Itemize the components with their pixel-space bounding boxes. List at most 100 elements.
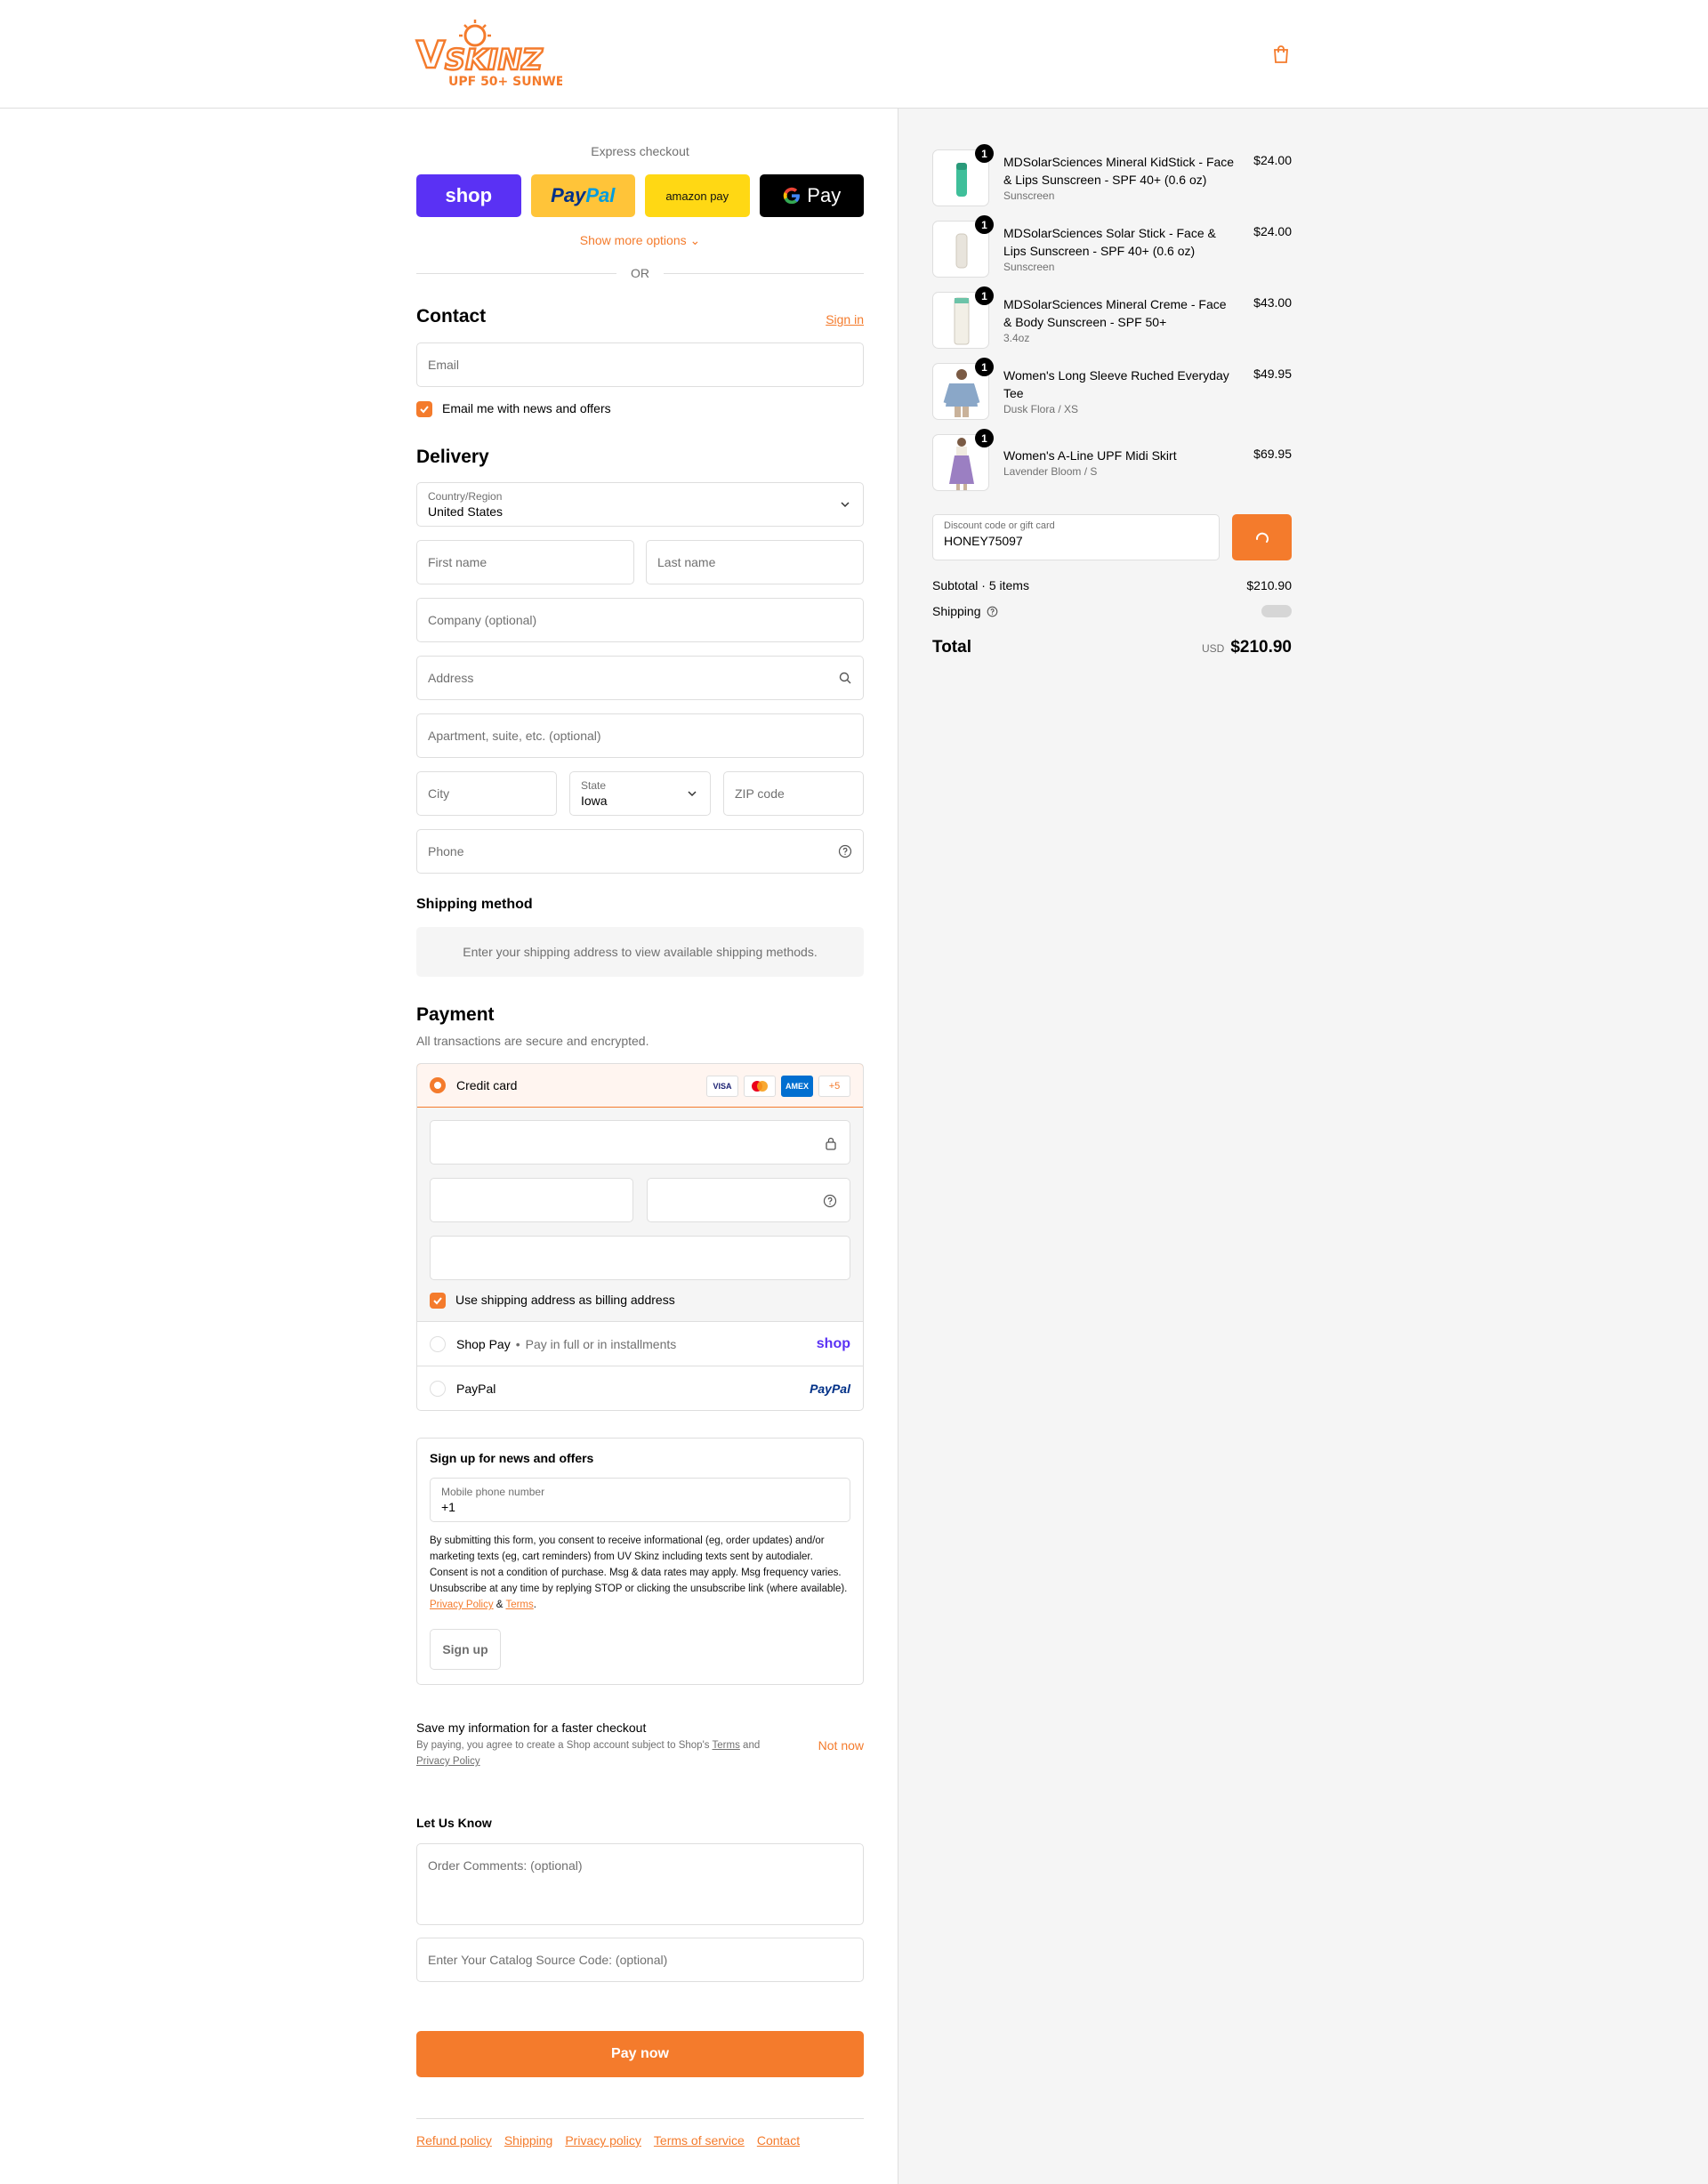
credit-card-radio[interactable] bbox=[430, 1077, 446, 1093]
mastercard-logo bbox=[744, 1076, 776, 1097]
country-select[interactable]: Country/Region United States bbox=[416, 482, 864, 527]
apartment-placeholder: Apartment, suite, etc. (optional) bbox=[428, 729, 601, 743]
line-item: 1 MDSolarSciences Solar Stick - Face & L… bbox=[932, 215, 1292, 279]
expiration-field[interactable] bbox=[430, 1178, 633, 1222]
line-item: 1 Women's Long Sleeve Ruched Everyday Te… bbox=[932, 358, 1292, 422]
paypal-button[interactable]: Pay Pal bbox=[530, 174, 635, 217]
item-name-block: MDSolarSciences Mineral Creme - Face & B… bbox=[1003, 295, 1237, 345]
or-divider: OR bbox=[416, 265, 864, 281]
save-info-text: By paying, you agree to create a Shop ac… bbox=[416, 1737, 790, 1769]
security-code-field[interactable] bbox=[647, 1178, 850, 1222]
shop-privacy-link[interactable]: Privacy Policy bbox=[416, 1756, 480, 1767]
credit-card-option[interactable]: Credit card VISA AMEX +5 bbox=[417, 1064, 863, 1108]
email-field[interactable]: Email bbox=[416, 343, 864, 387]
bullet-separator: • bbox=[515, 1336, 520, 1351]
apartment-field[interactable]: Apartment, suite, etc. (optional) bbox=[416, 713, 864, 758]
shop-pay-radio[interactable] bbox=[430, 1335, 446, 1352]
help-icon[interactable] bbox=[838, 844, 852, 858]
subtotal-label: Subtotal · 5 items bbox=[932, 578, 1029, 592]
contact-link[interactable]: Contact bbox=[757, 2133, 800, 2148]
let-us-know-heading: Let Us Know bbox=[416, 1816, 492, 1830]
line-item: 1 Women's A-Line UPF Midi Skirt Lavender … bbox=[932, 429, 1292, 493]
shipping-link[interactable]: Shipping bbox=[504, 2133, 553, 2148]
mobile-phone-field[interactable]: Mobile phone number +1 bbox=[430, 1478, 850, 1522]
pay-now-button[interactable]: Pay now bbox=[416, 2031, 864, 2077]
item-price: $69.95 bbox=[1253, 447, 1292, 461]
privacy-policy-footer-link[interactable]: Privacy policy bbox=[565, 2133, 641, 2148]
card-number-field[interactable] bbox=[430, 1120, 850, 1165]
phone-field[interactable]: Phone bbox=[416, 829, 864, 874]
sign-in-link[interactable]: Sign in bbox=[826, 312, 864, 326]
city-field[interactable]: City bbox=[416, 771, 557, 816]
name-on-card-field[interactable] bbox=[430, 1236, 850, 1280]
terms-of-service-link[interactable]: Terms of service bbox=[654, 2133, 745, 2148]
loading-spinner-icon bbox=[1255, 532, 1269, 543]
discount-code-field[interactable]: Discount code or gift card HONEY75097 bbox=[932, 514, 1220, 560]
help-icon[interactable] bbox=[823, 1194, 837, 1208]
paypal-label-a: Pay bbox=[551, 184, 586, 206]
quantity-badge: 1 bbox=[975, 215, 994, 234]
google-g-icon bbox=[784, 187, 801, 205]
address-field[interactable]: Address bbox=[416, 656, 864, 700]
google-pay-button[interactable]: Pay bbox=[759, 174, 864, 217]
show-more-label: Show more options bbox=[579, 233, 687, 247]
shop-pay-label: shop bbox=[445, 184, 493, 206]
catalog-source-placeholder: Enter Your Catalog Source Code: (optiona… bbox=[428, 1953, 668, 1967]
catalog-source-field[interactable]: Enter Your Catalog Source Code: (optiona… bbox=[416, 1938, 864, 1982]
company-placeholder: Company (optional) bbox=[428, 613, 537, 627]
apply-discount-button[interactable] bbox=[1232, 514, 1292, 560]
total-value: $210.90 bbox=[1230, 638, 1292, 657]
subtotal-value: $210.90 bbox=[1246, 578, 1292, 592]
first-name-field[interactable]: First name bbox=[416, 540, 634, 584]
not-now-button[interactable]: Not now bbox=[818, 1738, 864, 1753]
express-checkout-buttons: shop Pay Pal amazon pay Pay bbox=[416, 174, 864, 217]
billing-checkbox[interactable] bbox=[430, 1293, 446, 1309]
first-name-placeholder: First name bbox=[428, 555, 487, 569]
item-variant: Dusk Flora / XS bbox=[1003, 403, 1079, 415]
item-price: $24.00 bbox=[1253, 224, 1292, 238]
shipping-label: Shipping bbox=[932, 604, 981, 618]
terms-link[interactable]: Terms bbox=[505, 1600, 533, 1610]
item-name: MDSolarSciences Mineral KidStick - Face … bbox=[1003, 155, 1235, 187]
check-icon bbox=[420, 406, 429, 414]
amazon-pay-button[interactable]: amazon pay bbox=[645, 174, 750, 217]
company-field[interactable]: Company (optional) bbox=[416, 598, 864, 642]
last-name-placeholder: Last name bbox=[657, 555, 716, 569]
item-price: $24.00 bbox=[1253, 153, 1292, 167]
order-comments-field[interactable]: Order Comments: (optional) bbox=[416, 1843, 864, 1925]
phone-placeholder: Phone bbox=[428, 844, 464, 858]
consent-body: By submitting this form, you consent to … bbox=[430, 1535, 848, 1594]
credit-card-label: Credit card bbox=[456, 1078, 518, 1092]
check-icon bbox=[433, 1297, 442, 1305]
sign-up-button[interactable]: Sign up bbox=[430, 1629, 501, 1670]
payment-subtitle: All transactions are secure and encrypte… bbox=[416, 1034, 649, 1048]
or-text: OR bbox=[631, 266, 649, 280]
country-label: Country/Region bbox=[428, 490, 503, 503]
privacy-policy-link[interactable]: Privacy Policy bbox=[430, 1600, 494, 1610]
state-select[interactable]: State Iowa bbox=[569, 771, 711, 816]
shop-pay-button[interactable]: shop bbox=[416, 174, 521, 217]
paypal-option[interactable]: PayPal PayPal bbox=[417, 1366, 863, 1410]
cart-bag-icon[interactable] bbox=[1270, 44, 1292, 65]
total-amount: USD $210.90 bbox=[1202, 638, 1292, 657]
last-name-field[interactable]: Last name bbox=[646, 540, 864, 584]
shop-pay-subtitle: Pay in full or in installments bbox=[525, 1336, 677, 1351]
shop-pay-option[interactable]: Shop Pay • Pay in full or in installment… bbox=[417, 1321, 863, 1366]
state-value: Iowa bbox=[581, 794, 608, 808]
total-row: Total USD $210.90 bbox=[932, 638, 1292, 657]
item-variant: 3.4oz bbox=[1003, 332, 1030, 344]
refund-policy-link[interactable]: Refund policy bbox=[416, 2133, 492, 2148]
zip-field[interactable]: ZIP code bbox=[723, 771, 864, 816]
paypal-radio[interactable] bbox=[430, 1380, 446, 1397]
item-variant: Lavender Bloom / S bbox=[1003, 465, 1098, 478]
shop-terms-link[interactable]: Terms bbox=[713, 1740, 740, 1751]
order-comments-placeholder: Order Comments: (optional) bbox=[428, 1858, 583, 1873]
brand-logo[interactable]: V SKINZ UPF 50+ SUNWEAR bbox=[415, 18, 584, 91]
item-variant: Sunscreen bbox=[1003, 189, 1055, 202]
show-more-options-link[interactable]: Show more options ⌄ bbox=[416, 233, 864, 248]
currency-code: USD bbox=[1201, 642, 1225, 655]
svg-text:UPF 50+ SUNWEAR: UPF 50+ SUNWEAR bbox=[448, 75, 562, 89]
discount-value: HONEY75097 bbox=[944, 534, 1023, 548]
help-icon[interactable] bbox=[987, 606, 998, 617]
news-checkbox[interactable] bbox=[416, 401, 432, 417]
